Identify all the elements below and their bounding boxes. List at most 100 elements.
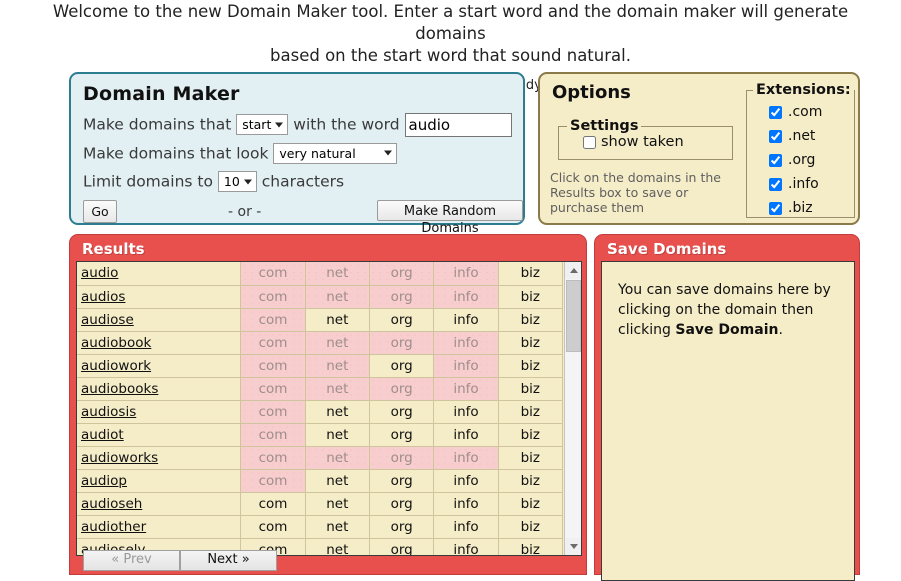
tld-cell-info[interactable]: info	[434, 377, 498, 400]
make-random-domains-button[interactable]: Make Random Domains	[377, 200, 523, 221]
tld-cell-com[interactable]: com	[241, 377, 305, 400]
table-row[interactable]: audiothercomnetorginfobiz	[77, 515, 563, 538]
tld-cell-com[interactable]: com	[241, 285, 305, 308]
tld-cell-biz[interactable]: biz	[498, 400, 562, 423]
domain-name-cell[interactable]: audiowork	[77, 354, 241, 377]
domain-name-cell[interactable]: audio	[77, 262, 241, 285]
domain-link[interactable]: audioworks	[81, 450, 158, 466]
tld-cell-net[interactable]: net	[305, 446, 369, 469]
tld-cell-org[interactable]: org	[369, 262, 433, 285]
tld-cell-biz[interactable]: biz	[498, 538, 562, 556]
extension-item-net[interactable]: .net	[747, 124, 854, 148]
go-button[interactable]: Go	[83, 200, 117, 223]
tld-cell-com[interactable]: com	[241, 400, 305, 423]
tld-cell-biz[interactable]: biz	[498, 423, 562, 446]
tld-cell-com[interactable]: com	[241, 331, 305, 354]
show-taken-row[interactable]: show taken	[583, 134, 726, 150]
domain-link[interactable]: audiobooks	[81, 381, 158, 397]
tld-cell-com[interactable]: com	[241, 308, 305, 331]
tld-cell-net[interactable]: net	[305, 354, 369, 377]
domain-name-cell[interactable]: audiosis	[77, 400, 241, 423]
table-row[interactable]: audiosehcomnetorginfobiz	[77, 492, 563, 515]
tld-cell-org[interactable]: org	[369, 400, 433, 423]
table-row[interactable]: audioworkcomnetorginfobiz	[77, 354, 563, 377]
table-row[interactable]: audiobookcomnetorginfobiz	[77, 331, 563, 354]
domain-link[interactable]: audiot	[81, 427, 124, 443]
tld-cell-org[interactable]: org	[369, 354, 433, 377]
tld-cell-com[interactable]: com	[241, 262, 305, 285]
extension-item-org[interactable]: .org	[747, 148, 854, 172]
position-select[interactable]: start	[236, 114, 288, 135]
scroll-down-button[interactable]	[565, 538, 582, 555]
tld-cell-info[interactable]: info	[434, 285, 498, 308]
domain-name-cell[interactable]: audiother	[77, 515, 241, 538]
domain-name-cell[interactable]: audiose	[77, 308, 241, 331]
tld-cell-org[interactable]: org	[369, 538, 433, 556]
limit-select[interactable]: 10	[218, 171, 257, 192]
tld-cell-org[interactable]: org	[369, 423, 433, 446]
prev-page-button[interactable]: « Prev	[83, 550, 180, 571]
tld-cell-info[interactable]: info	[434, 538, 498, 556]
tld-cell-org[interactable]: org	[369, 446, 433, 469]
tld-cell-biz[interactable]: biz	[498, 515, 562, 538]
domain-name-cell[interactable]: audioworks	[77, 446, 241, 469]
tld-cell-biz[interactable]: biz	[498, 446, 562, 469]
scrollbar-thumb[interactable]	[566, 280, 581, 352]
next-page-button[interactable]: Next »	[180, 550, 277, 571]
tld-cell-info[interactable]: info	[434, 308, 498, 331]
tld-cell-net[interactable]: net	[305, 492, 369, 515]
extension-item-com[interactable]: .com	[747, 100, 854, 124]
domain-link[interactable]: audio	[81, 265, 118, 281]
extension-checkbox-org[interactable]	[769, 154, 782, 167]
extension-item-biz[interactable]: .biz	[747, 196, 854, 220]
domain-name-cell[interactable]: audiobook	[77, 331, 241, 354]
domain-name-cell[interactable]: audiop	[77, 469, 241, 492]
domain-link[interactable]: audios	[81, 289, 125, 305]
tld-cell-net[interactable]: net	[305, 400, 369, 423]
tld-cell-com[interactable]: com	[241, 423, 305, 446]
tld-cell-net[interactable]: net	[305, 331, 369, 354]
tld-cell-biz[interactable]: biz	[498, 285, 562, 308]
show-taken-checkbox[interactable]	[583, 136, 596, 149]
tld-cell-net[interactable]: net	[305, 262, 369, 285]
table-row[interactable]: audios comnetorginfobiz	[77, 285, 563, 308]
tld-cell-info[interactable]: info	[434, 492, 498, 515]
tld-cell-net[interactable]: net	[305, 377, 369, 400]
tld-cell-org[interactable]: org	[369, 308, 433, 331]
table-row[interactable]: audiose comnetorginfobiz	[77, 308, 563, 331]
tld-cell-biz[interactable]: biz	[498, 469, 562, 492]
tld-cell-info[interactable]: info	[434, 423, 498, 446]
domain-link[interactable]: audiosis	[81, 404, 136, 420]
table-row[interactable]: audiotcomnetorginfobiz	[77, 423, 563, 446]
scroll-up-button[interactable]	[565, 262, 582, 279]
domain-link[interactable]: audiowork	[81, 358, 151, 374]
extension-checkbox-biz[interactable]	[769, 202, 782, 215]
tld-cell-info[interactable]: info	[434, 354, 498, 377]
extension-item-info[interactable]: .info	[747, 172, 854, 196]
tld-cell-biz[interactable]: biz	[498, 308, 562, 331]
tld-cell-org[interactable]: org	[369, 515, 433, 538]
domain-name-cell[interactable]: audiot	[77, 423, 241, 446]
tld-cell-biz[interactable]: biz	[498, 377, 562, 400]
domain-link[interactable]: audiose	[81, 312, 134, 328]
tld-cell-net[interactable]: net	[305, 308, 369, 331]
table-row[interactable]: audioworkscomnetorginfobiz	[77, 446, 563, 469]
tld-cell-com[interactable]: com	[241, 492, 305, 515]
tld-cell-info[interactable]: info	[434, 469, 498, 492]
table-row[interactable]: audiocomnetorginfobiz	[77, 262, 563, 285]
tld-cell-org[interactable]: org	[369, 331, 433, 354]
domain-name-cell[interactable]: audiobooks	[77, 377, 241, 400]
naturalness-select[interactable]: very natural	[273, 143, 397, 164]
results-scrollbar[interactable]	[564, 262, 581, 555]
tld-cell-net[interactable]: net	[305, 469, 369, 492]
tld-cell-info[interactable]: info	[434, 400, 498, 423]
tld-cell-biz[interactable]: biz	[498, 492, 562, 515]
tld-cell-org[interactable]: org	[369, 285, 433, 308]
tld-cell-info[interactable]: info	[434, 446, 498, 469]
domain-link[interactable]: audiother	[81, 519, 146, 535]
extension-checkbox-net[interactable]	[769, 130, 782, 143]
tld-cell-net[interactable]: net	[305, 285, 369, 308]
domain-link[interactable]: audioseh	[81, 496, 142, 512]
tld-cell-info[interactable]: info	[434, 262, 498, 285]
tld-cell-com[interactable]: com	[241, 515, 305, 538]
